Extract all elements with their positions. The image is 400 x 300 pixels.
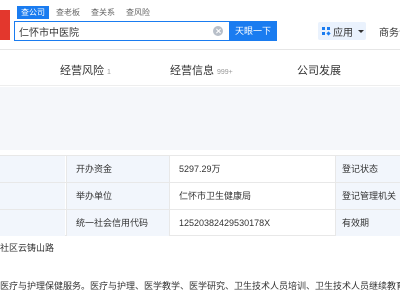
subtab-count: 999+ (217, 69, 233, 76)
apps-grid-icon (322, 27, 331, 36)
clear-icon[interactable] (213, 26, 223, 36)
subtab-label: 经营风险 (60, 65, 104, 77)
table-row: 统一社会信用代码 12520382429530178X 有效期 (0, 209, 400, 236)
apps-dropdown[interactable]: 应用 (318, 22, 366, 40)
business-scope-text: 医疗与护理保健服务。医疗与护理、医学教学、医学研究、卫生技术人员培训、卫生技术人… (0, 281, 400, 291)
empty-label-cell (0, 183, 65, 209)
field-label: 有效期 (335, 210, 400, 236)
field-label: 登记管理机关 (335, 183, 400, 209)
search-button[interactable]: 天眼一下 (229, 21, 277, 41)
field-label: 登记状态 (335, 156, 400, 182)
tab-boss[interactable]: 查老板 (52, 6, 84, 19)
table-row: 举办单位 仁怀市卫生健康局 登记管理机关 (0, 182, 400, 209)
info-table: 开办资金 5297.29万 登记状态 举办单位 仁怀市卫生健康局 登记管理机关 … (0, 155, 400, 236)
field-value: 12520382429530178X (179, 218, 271, 228)
field-label: 开办资金 (66, 156, 170, 182)
business-link[interactable]: 商务合 (379, 24, 400, 39)
field-value: 仁怀市卫生健康局 (179, 191, 252, 201)
top-header: 查公司 查老板 查关系 查风险 天眼一下 应用 商务合 (0, 0, 400, 50)
brand-logo[interactable] (0, 10, 10, 40)
section-nav: 经营风险 1 经营信息 999+ 公司发展 (0, 50, 400, 86)
tab-risk[interactable]: 查风险 (122, 6, 154, 19)
table-row: 开办资金 5297.29万 登记状态 (0, 155, 400, 182)
search-input[interactable] (19, 22, 209, 40)
subtab-operational-info[interactable]: 经营信息 999+ (170, 62, 233, 78)
apps-label: 应用 (333, 27, 353, 39)
tab-relation[interactable]: 查关系 (87, 6, 119, 19)
field-label: 举办单位 (66, 183, 170, 209)
empty-label-cell (0, 210, 65, 236)
search-box (14, 21, 230, 41)
field-value: 5297.29万 (179, 164, 221, 174)
chevron-down-icon (358, 29, 364, 33)
subtab-operational-risk[interactable]: 经营风险 1 (60, 62, 111, 78)
tab-company[interactable]: 查公司 (17, 6, 49, 19)
empty-label-cell (0, 156, 65, 182)
subtab-label: 公司发展 (297, 65, 341, 77)
subtab-company-development[interactable]: 公司发展 (297, 62, 341, 78)
subtab-label: 经营信息 (170, 65, 214, 77)
field-label: 统一社会信用代码 (66, 210, 170, 236)
address-text: 社区云铸山路 (0, 243, 55, 253)
subtab-count: 1 (107, 69, 111, 76)
search-type-tabs: 查公司 查老板 查关系 查风险 (17, 6, 154, 20)
gray-divider-band (0, 87, 400, 150)
